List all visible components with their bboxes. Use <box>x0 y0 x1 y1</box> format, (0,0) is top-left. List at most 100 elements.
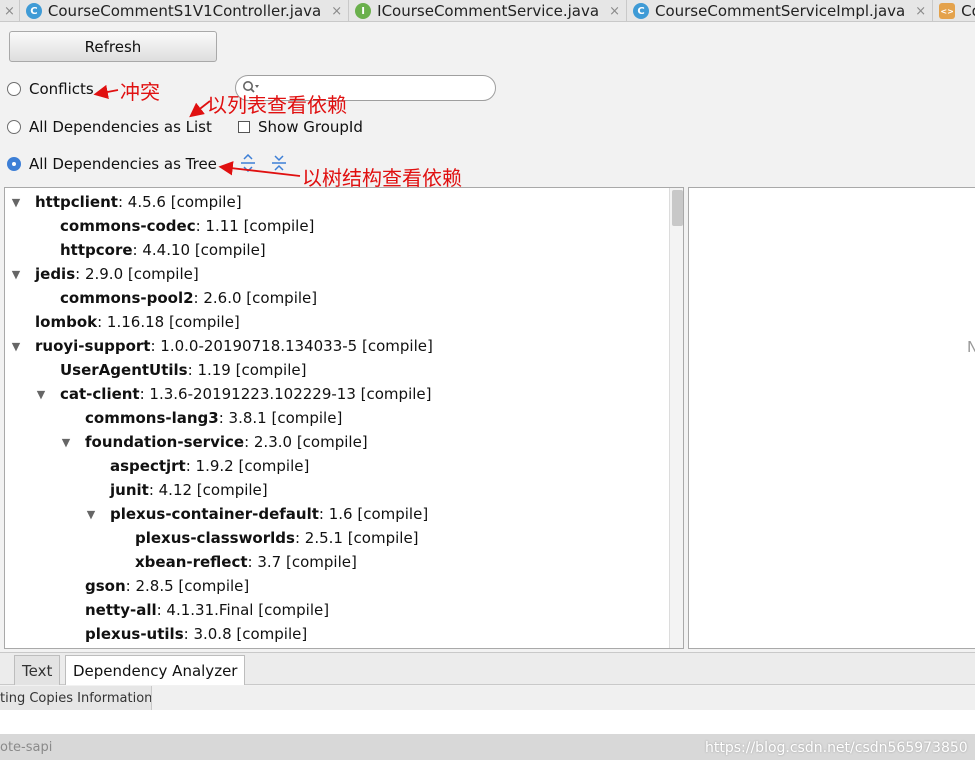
vertical-scrollbar[interactable] <box>669 188 683 648</box>
editor-tab-label: CourseCommentServiceImpl.java <box>654 2 906 20</box>
artifact-name: lombok <box>35 313 98 331</box>
artifact-version: : 1.3.6-20191223.102229-13 [compile] <box>139 385 432 403</box>
tab-dependency-analyzer[interactable]: Dependency Analyzer <box>65 655 246 685</box>
artifact-name: cat-client <box>60 385 140 403</box>
radio-button[interactable] <box>7 120 21 134</box>
artifact-name: jedis <box>35 265 76 283</box>
checkbox[interactable] <box>238 121 250 133</box>
tool-window-bar: ting Copies Information <box>0 686 975 710</box>
artifact-name: commons-lang3 <box>85 409 219 427</box>
tree-node[interactable]: ▼ foundation-service : 2.3.0 [compile] <box>60 430 368 454</box>
artifact-name: httpclient <box>35 193 118 211</box>
leaf-spacer <box>35 364 47 376</box>
editor-tab-controller[interactable]: C CourseCommentS1V1Controller.java × <box>20 0 350 21</box>
expand-toggle-icon[interactable]: ▼ <box>35 388 47 401</box>
list-radio[interactable]: All Dependencies as List <box>7 116 212 138</box>
tool-window-content <box>0 710 975 734</box>
artifact-name: httpcore <box>60 241 133 259</box>
dependency-tree[interactable]: ▼ httpclient : 4.5.6 [compile] commons-cod… <box>4 187 684 649</box>
leaf-spacer <box>85 484 97 496</box>
tree-node[interactable]: ▼ jedis : 2.9.0 [compile] <box>10 262 199 286</box>
show-groupid-checkbox[interactable]: Show GroupId <box>238 116 363 138</box>
class-icon: C <box>632 3 649 19</box>
tree-node[interactable]: ▼ ruoyi-support : 1.0.0-20190718.134033-5… <box>10 334 433 358</box>
editor-tab-label: ICourseCommentService.java <box>377 2 600 20</box>
close-icon[interactable]: × <box>915 4 926 19</box>
tree-node[interactable]: aspectjrt : 1.9.2 [compile] <box>85 454 309 478</box>
annotation-list: 以列表查看依赖 <box>207 93 347 117</box>
artifact-version: : 1.9.2 [compile] <box>185 457 310 475</box>
editor-tab-bar: × C CourseCommentS1V1Controller.java × I… <box>0 0 975 22</box>
close-icon[interactable]: × <box>331 4 342 19</box>
expand-toggle-icon[interactable]: ▼ <box>10 268 22 281</box>
expand-toggle-icon[interactable]: ▼ <box>60 436 72 449</box>
watermark: https://blog.csdn.net/csdn565973850 <box>705 740 968 756</box>
artifact-version: : 1.11 [compile] <box>195 217 315 235</box>
collapse-all-icon[interactable] <box>271 154 287 172</box>
details-text: N <box>967 338 975 356</box>
tree-node[interactable]: ▼ httpclient : 4.5.6 [compile] <box>10 190 242 214</box>
tree-node[interactable]: UserAgentUtils : 1.19 [compile] <box>35 358 306 382</box>
expand-all-icon[interactable] <box>240 154 256 172</box>
editor-tab-impl[interactable]: C CourseCommentServiceImpl.java × <box>627 0 934 21</box>
artifact-name: junit <box>110 481 149 499</box>
editor-tab-overflow[interactable]: × <box>0 0 20 21</box>
artifact-version: : 2.8.5 [compile] <box>125 577 250 595</box>
artifact-name: UserAgentUtils <box>60 361 188 379</box>
scrollbar-thumb[interactable] <box>672 190 683 226</box>
close-icon[interactable]: × <box>4 4 15 19</box>
leaf-spacer <box>60 412 72 424</box>
tree-node[interactable]: ▼ plexus-container-default : 1.6 [compile… <box>85 502 428 526</box>
editor-tab-interface[interactable]: I ICourseCommentService.java × <box>349 0 627 21</box>
tree-node[interactable]: junit : 4.12 [compile] <box>85 478 268 502</box>
editor-tab-label: CourseCommentS1V1Controller.java <box>47 2 322 20</box>
artifact-name: ruoyi-support <box>35 337 151 355</box>
radio-button[interactable] <box>7 82 21 96</box>
artifact-name: netty-all <box>85 601 157 619</box>
conflicts-radio[interactable]: Conflicts <box>7 78 94 100</box>
tree-node[interactable]: ▼ cat-client : 1.3.6-20191223.102229-13 [… <box>35 382 432 406</box>
tool-window-tab[interactable]: ting Copies Information <box>0 686 152 710</box>
tree-node[interactable]: plexus-utils : 3.0.8 [compile] <box>60 622 307 646</box>
close-icon[interactable]: × <box>609 4 620 19</box>
tree-node[interactable]: commons-pool2 : 2.6.0 [compile] <box>35 286 317 310</box>
artifact-name: gson <box>85 577 126 595</box>
conflicts-label: Conflicts <box>29 80 94 98</box>
tree-node[interactable]: xbean-reflect : 3.7 [compile] <box>110 550 357 574</box>
leaf-spacer <box>10 316 22 328</box>
artifact-version: : 4.4.10 [compile] <box>132 241 266 259</box>
tree-label: All Dependencies as Tree <box>29 155 217 173</box>
expand-toggle-icon[interactable]: ▼ <box>10 340 22 353</box>
artifact-name: plexus-container-default <box>110 505 319 523</box>
tree-node[interactable]: httpcore : 4.4.10 [compile] <box>35 238 266 262</box>
artifact-version: : 3.7 [compile] <box>247 553 357 571</box>
tree-node[interactable]: lombok : 1.16.18 [compile] <box>10 310 240 334</box>
tab-text[interactable]: Text <box>14 655 61 685</box>
leaf-spacer <box>110 532 122 544</box>
tree-radio[interactable]: All Dependencies as Tree <box>7 153 217 175</box>
tree-node[interactable]: plexus-classworlds : 2.5.1 [compile] <box>110 526 419 550</box>
radio-button-selected[interactable] <box>7 157 21 171</box>
artifact-name: xbean-reflect <box>135 553 248 571</box>
artifact-version: : 1.0.0-20190718.134033-5 [compile] <box>150 337 433 355</box>
artifact-version: : 2.9.0 [compile] <box>75 265 199 283</box>
expand-toggle-icon[interactable]: ▼ <box>10 196 22 209</box>
tree-node[interactable]: netty-all : 4.1.31.Final [compile] <box>60 598 329 622</box>
artifact-name: commons-codec <box>60 217 196 235</box>
editor-tab-label: Cou <box>961 2 975 20</box>
leaf-spacer <box>35 220 47 232</box>
expand-toggle-icon[interactable]: ▼ <box>85 508 97 521</box>
artifact-version: : 4.5.6 [compile] <box>117 193 242 211</box>
leaf-spacer <box>110 556 122 568</box>
editor-tab-pom[interactable]: <> Cou <box>933 0 975 21</box>
tree-node[interactable]: commons-codec : 1.11 [compile] <box>35 214 314 238</box>
show-groupid-label: Show GroupId <box>258 118 363 136</box>
tree-node[interactable]: gson : 2.8.5 [compile] <box>60 574 249 598</box>
refresh-button[interactable]: Refresh <box>9 31 217 62</box>
artifact-version: : 2.5.1 [compile] <box>294 529 419 547</box>
leaf-spacer <box>35 292 47 304</box>
artifact-name: aspectjrt <box>110 457 186 475</box>
tree-node[interactable]: commons-lang3 : 3.8.1 [compile] <box>60 406 342 430</box>
artifact-version: : 4.12 [compile] <box>148 481 268 499</box>
class-icon: C <box>25 3 42 19</box>
